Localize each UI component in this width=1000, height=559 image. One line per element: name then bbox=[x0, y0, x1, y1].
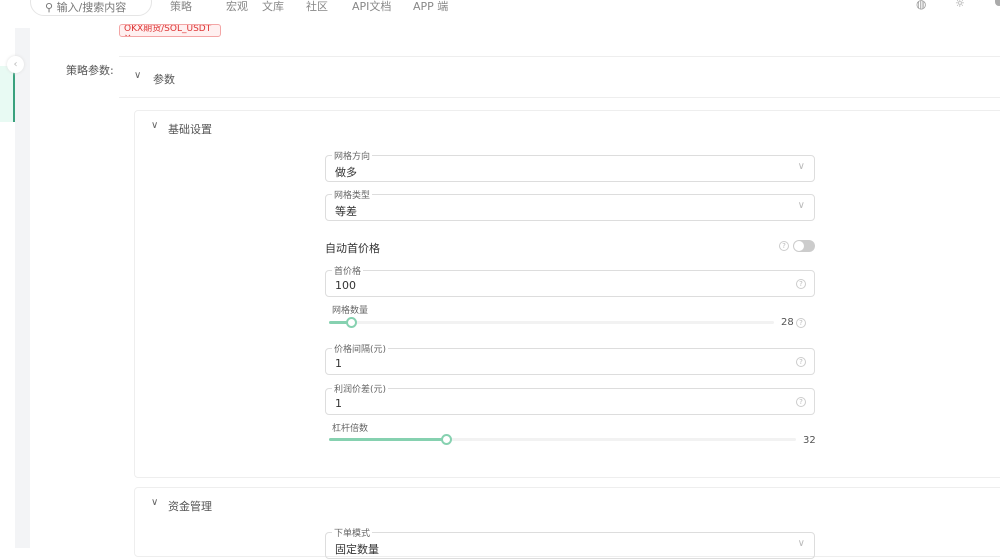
params-section-title[interactable]: 参数 bbox=[153, 71, 175, 87]
auto-first-price-label: 自动首价格 bbox=[325, 242, 380, 255]
nav-community[interactable]: 社区 bbox=[306, 0, 328, 14]
grid-count-value: 28 bbox=[781, 317, 794, 328]
nav-strategy[interactable]: 策略 bbox=[170, 0, 192, 14]
leverage-value: 32 bbox=[803, 435, 816, 446]
collapse-sidebar-button[interactable]: ‹ bbox=[7, 56, 24, 73]
chevron-down-icon[interactable]: ∨ bbox=[151, 120, 158, 131]
help-icon[interactable]: ? bbox=[796, 357, 806, 367]
grid-count-label: 网格数量 bbox=[332, 306, 369, 316]
help-icon[interactable]: ? bbox=[796, 397, 806, 407]
leverage-slider[interactable] bbox=[329, 434, 796, 445]
funds-title[interactable]: 资金管理 bbox=[168, 498, 212, 514]
grid-type-select[interactable]: 网格类型 等差 ∨ bbox=[325, 188, 815, 221]
chevron-down-icon[interactable]: ∨ bbox=[151, 497, 158, 508]
nav-api-docs[interactable]: API文档 bbox=[352, 0, 391, 14]
price-interval-input[interactable]: 价格间隔(元) 1? bbox=[325, 342, 815, 375]
search-icon: ⚲ bbox=[45, 1, 57, 14]
first-price-input[interactable]: 首价格 100? bbox=[325, 264, 815, 297]
sidebar-gutter bbox=[15, 28, 30, 548]
nav-macro[interactable]: 宏观 bbox=[226, 0, 248, 14]
chevron-down-icon: ∨ bbox=[797, 538, 805, 549]
globe-icon[interactable]: ◍ bbox=[916, 0, 926, 11]
theme-icon[interactable]: ☼ bbox=[955, 0, 965, 10]
sidebar-active-item[interactable] bbox=[0, 66, 15, 122]
nav-library[interactable]: 文库 bbox=[262, 0, 284, 14]
auto-first-price-toggle[interactable] bbox=[793, 240, 815, 252]
chevron-down-icon: ∨ bbox=[797, 200, 805, 211]
symbol-tag[interactable]: OKX期货/SOL_USDT × bbox=[119, 24, 221, 37]
help-icon[interactable]: ? bbox=[796, 318, 806, 328]
leverage-label: 杠杆倍数 bbox=[332, 424, 369, 434]
avatar[interactable] bbox=[995, 0, 1000, 6]
order-mode-select[interactable]: 下单模式 固定数量 ∨ bbox=[325, 526, 815, 559]
search-input[interactable]: ⚲ 输入/搜索内容 bbox=[30, 0, 152, 16]
basic-settings-title[interactable]: 基础设置 bbox=[168, 121, 212, 137]
help-icon[interactable]: ? bbox=[796, 279, 806, 289]
grid-direction-select[interactable]: 网格方向 做多 ∨ bbox=[325, 149, 815, 182]
profit-spread-input[interactable]: 利润价差(元) 1? bbox=[325, 382, 815, 415]
grid-count-slider[interactable] bbox=[329, 317, 774, 328]
help-icon[interactable]: ? bbox=[779, 241, 789, 251]
chevron-down-icon[interactable]: ∨ bbox=[134, 70, 141, 81]
nav-app[interactable]: APP 端 bbox=[413, 0, 448, 14]
slider-handle[interactable] bbox=[440, 434, 452, 445]
form-label: 策略参数: bbox=[66, 64, 114, 77]
chevron-down-icon: ∨ bbox=[797, 161, 805, 172]
